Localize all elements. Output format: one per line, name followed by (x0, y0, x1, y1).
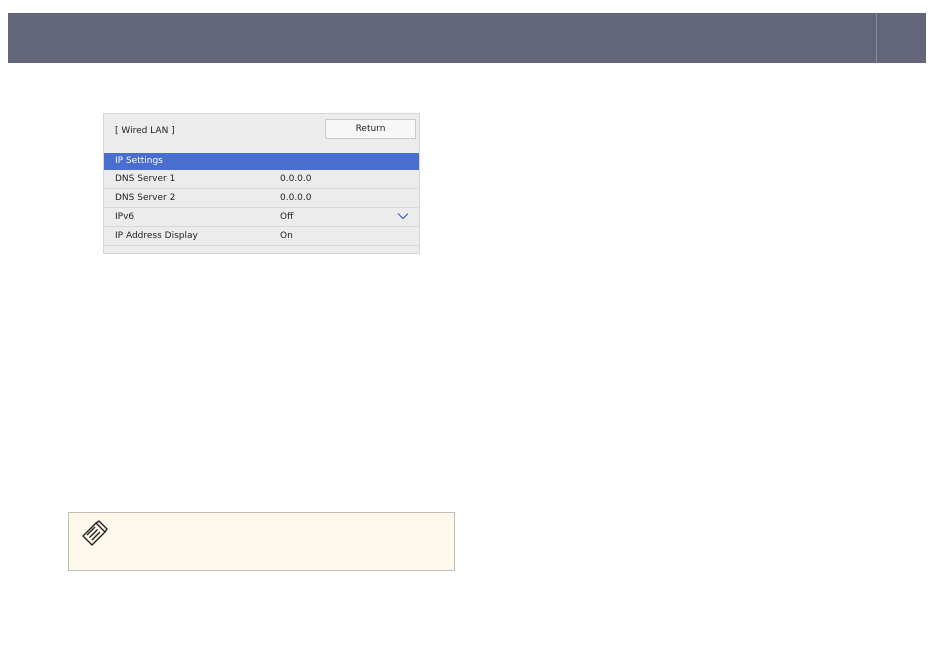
menu-item-label: IPv6 (115, 212, 135, 222)
menu-item-ip-settings[interactable]: IP Settings (104, 153, 419, 170)
header-divider (876, 13, 877, 63)
note-pencil-icon (82, 520, 108, 546)
menu-item-dns-server-1[interactable]: DNS Server 1 0.0.0.0 (104, 170, 419, 189)
menu-item-value: Off (280, 212, 294, 222)
menu-item-label: IP Address Display (115, 231, 198, 241)
wired-lan-panel: [ Wired LAN ] Return IP Settings DNS Ser… (103, 113, 420, 254)
panel-header: [ Wired LAN ] Return (104, 114, 419, 153)
header-bar (8, 13, 926, 63)
menu-item-label: DNS Server 2 (115, 193, 176, 203)
menu-item-label: DNS Server 1 (115, 174, 176, 184)
menu-item-value: 0.0.0.0 (280, 174, 312, 184)
menu-item-label: IP Settings (115, 156, 163, 166)
menu-item-value: 0.0.0.0 (280, 193, 312, 203)
settings-list: IP Settings DNS Server 1 0.0.0.0 DNS Ser… (104, 153, 419, 246)
return-button[interactable]: Return (325, 119, 416, 139)
menu-item-dns-server-2[interactable]: DNS Server 2 0.0.0.0 (104, 189, 419, 208)
menu-item-value: On (280, 231, 293, 241)
note-box (68, 512, 455, 571)
menu-item-ip-address-display[interactable]: IP Address Display On (104, 227, 419, 246)
panel-title: [ Wired LAN ] (115, 126, 175, 136)
menu-item-ipv6[interactable]: IPv6 Off (104, 208, 419, 227)
chevron-down-icon[interactable] (397, 211, 409, 221)
